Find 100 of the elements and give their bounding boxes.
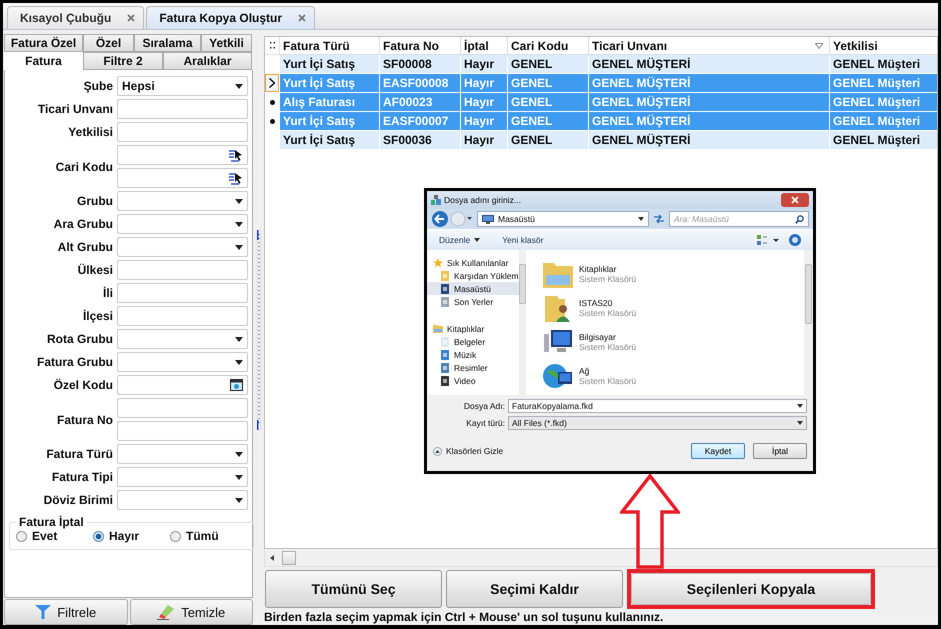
scroll-thumb[interactable]: [282, 550, 296, 564]
column-chooser-icon[interactable]: [270, 42, 274, 49]
input-field[interactable]: [117, 398, 248, 418]
nav-item[interactable]: Karşıdan Yüklem: [427, 269, 519, 282]
picker-field[interactable]: [117, 375, 248, 395]
column-header[interactable]: Fatura Türü: [279, 37, 379, 54]
input-field[interactable]: [117, 283, 248, 303]
close-button[interactable]: [781, 193, 809, 207]
filter-tab[interactable]: Fatura Özel: [4, 34, 83, 52]
dropdown-field[interactable]: [117, 467, 248, 487]
filter-tab[interactable]: Aralıklar: [163, 52, 252, 70]
scroll-left-icon[interactable]: [270, 554, 274, 560]
filter-tab[interactable]: Özel: [83, 34, 134, 52]
table-cell: Yurt İçi Satış: [279, 131, 379, 149]
vertical-scrollbar[interactable]: [804, 250, 813, 395]
input-field[interactable]: [117, 122, 248, 142]
field-label: Döviz Birimi: [42, 493, 113, 507]
window-icon[interactable]: [230, 379, 243, 391]
hide-folders-toggle[interactable]: Klasörleri Gizle: [433, 446, 504, 456]
close-icon[interactable]: [298, 14, 306, 22]
caret-icon: [235, 336, 243, 342]
radio-option[interactable]: Tümü: [170, 529, 247, 543]
filter-icon[interactable]: [815, 42, 823, 48]
file-item[interactable]: ISTAS20 Sistem Klasörü: [543, 294, 804, 322]
column-header[interactable]: Fatura No: [379, 37, 460, 54]
scroll-thumb[interactable]: [805, 264, 812, 324]
dialog-button[interactable]: Kaydet: [691, 443, 745, 459]
file-item[interactable]: Bilgisayar Sistem Klasörü: [543, 328, 804, 356]
filter-tab[interactable]: Fatura: [4, 52, 83, 70]
radio-button[interactable]: [16, 530, 27, 542]
toolbar-button[interactable]: Yeni klasör: [502, 235, 544, 245]
document-tab[interactable]: Kısayol Çubuğu: [7, 6, 144, 29]
back-forward-icon[interactable]: [431, 210, 473, 228]
field-label: Yetkilisi: [67, 125, 113, 139]
nav-item[interactable]: Son Yerler: [427, 295, 519, 308]
nav-item[interactable]: Belgeler: [427, 335, 519, 348]
filter-tab[interactable]: Yetkili: [201, 34, 252, 52]
row-indicator[interactable]: [265, 93, 279, 111]
selected-row-icon: [270, 118, 274, 124]
dropdown-field[interactable]: [117, 444, 248, 464]
file-item[interactable]: Kitaplıklar Sistem Klasörü: [543, 260, 804, 288]
toolbar-button[interactable]: Düzenle: [439, 235, 480, 245]
dropdown-field[interactable]: [117, 352, 248, 372]
filter-tab[interactable]: Filtre 2: [83, 52, 163, 70]
column-header[interactable]: Yetkilisi: [829, 37, 937, 54]
clear-button[interactable]: Temizle: [130, 599, 253, 625]
file-item[interactable]: Ağ Sistem Klasörü: [543, 362, 804, 390]
action-button[interactable]: Seçilenleri Kopyala: [631, 572, 871, 604]
input-field[interactable]: [117, 99, 248, 119]
column-header[interactable]: Cari Kodu: [507, 37, 588, 54]
dropdown-field[interactable]: [117, 214, 248, 234]
input-field[interactable]: [117, 421, 248, 441]
close-icon[interactable]: [127, 14, 136, 22]
lookup-field[interactable]: [117, 168, 248, 188]
caret-icon: [235, 198, 243, 204]
nav-item[interactable]: Masaüstü: [427, 282, 519, 295]
address-bar[interactable]: Masaüstü: [477, 211, 649, 227]
nav-item[interactable]: Müzik: [427, 348, 519, 361]
table-cell: GENEL: [507, 93, 588, 111]
action-button[interactable]: Seçimi Kaldır: [446, 570, 623, 608]
radio-option[interactable]: Hayır: [93, 529, 170, 543]
table-row[interactable]: Yurt İçi Satış SF00008 Hayır GENEL GENEL MÜŞTERİ GENEL Müşteri: [265, 55, 937, 74]
scroll-thumb[interactable]: [518, 264, 526, 304]
nav-item[interactable]: Kitaplıklar: [427, 322, 519, 335]
input-field[interactable]: [117, 260, 248, 280]
row-indicator[interactable]: [265, 74, 279, 92]
action-button[interactable]: Tümünü Seç: [265, 570, 442, 608]
filename-field[interactable]: FaturaKopyalama.fkd: [508, 399, 807, 413]
radio-button[interactable]: [170, 530, 181, 542]
radio-button[interactable]: [93, 530, 104, 542]
caret-icon: [235, 498, 243, 502]
document-tab[interactable]: Fatura Kopya Oluştur: [146, 6, 316, 29]
input-field[interactable]: [117, 306, 248, 326]
lookup-field[interactable]: [117, 145, 248, 165]
column-header[interactable]: İptal: [460, 37, 507, 54]
view-options-icon[interactable]: [757, 235, 779, 245]
column-header[interactable]: Ticari Unvanı: [588, 37, 829, 54]
radio-option[interactable]: Evet: [16, 529, 93, 543]
table-row[interactable]: Yurt İçi Satış SF00036 Hayır GENEL GENEL MÜŞTERİ GENEL Müşteri: [265, 131, 937, 150]
splitter-handle[interactable]: [256, 230, 260, 430]
pointer-icon[interactable]: [229, 172, 243, 184]
file-type-dropdown[interactable]: All Files (*.fkd): [508, 416, 807, 430]
help-icon[interactable]: [789, 234, 801, 246]
refresh-icon[interactable]: [653, 214, 665, 224]
vertical-scrollbar[interactable]: [518, 250, 526, 395]
table-cell: Yurt İçi Satış: [279, 74, 379, 92]
filter-button[interactable]: Filtrele: [4, 599, 128, 625]
nav-item[interactable]: Resimler: [427, 361, 519, 374]
dropdown-field[interactable]: [117, 329, 248, 349]
nav-item[interactable]: Sık Kullanılanlar: [427, 256, 519, 269]
dropdown-field[interactable]: Hepsi: [117, 76, 248, 96]
pointer-icon[interactable]: [229, 148, 243, 162]
horizontal-scrollbar[interactable]: [264, 549, 938, 567]
filter-tab[interactable]: Sıralama: [134, 34, 201, 52]
dialog-button[interactable]: İptal: [753, 443, 807, 459]
dropdown-field[interactable]: [117, 191, 248, 211]
dropdown-field[interactable]: [117, 490, 248, 510]
nav-item[interactable]: Video: [427, 374, 519, 387]
dropdown-field[interactable]: [117, 237, 248, 257]
field-label: Fatura No: [56, 412, 113, 426]
